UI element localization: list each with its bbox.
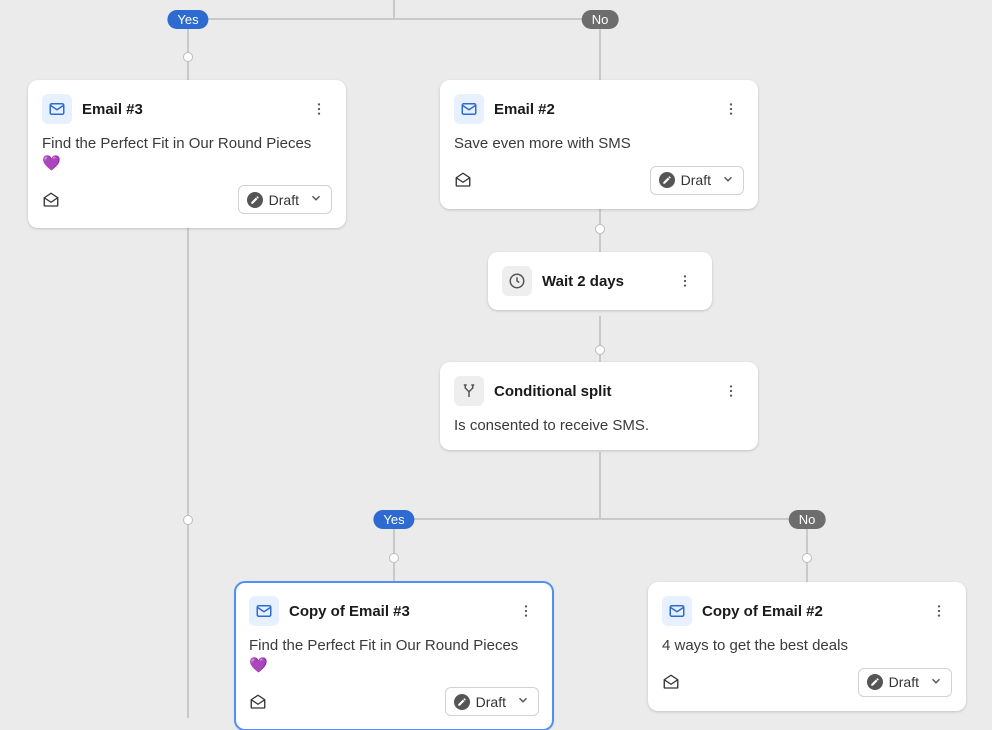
chevron-down-icon bbox=[929, 674, 943, 691]
more-button[interactable] bbox=[718, 96, 744, 122]
email-icon bbox=[249, 596, 279, 626]
email-card-title: Copy of Email #2 bbox=[702, 603, 916, 620]
status-label: Draft bbox=[889, 674, 919, 690]
pencil-dot-icon bbox=[867, 674, 883, 690]
split-card-title: Conditional split bbox=[494, 383, 708, 400]
chevron-down-icon bbox=[721, 172, 735, 189]
email-icon bbox=[42, 94, 72, 124]
status-dropdown[interactable]: Draft bbox=[650, 166, 744, 195]
more-button[interactable] bbox=[926, 598, 952, 624]
more-button[interactable] bbox=[513, 598, 539, 624]
envelope-open-icon bbox=[42, 191, 60, 209]
branch-label-yes: Yes bbox=[167, 10, 208, 29]
branch-label-no: No bbox=[582, 10, 619, 29]
email-icon bbox=[454, 94, 484, 124]
email-card-email2[interactable]: Email #2 Save even more with SMS Draft bbox=[440, 80, 758, 209]
email-card-title: Email #3 bbox=[82, 101, 296, 118]
email-card-email3[interactable]: Email #3 Find the Perfect Fit in Our Rou… bbox=[28, 80, 346, 228]
status-label: Draft bbox=[681, 172, 711, 188]
split-card[interactable]: Conditional split Is consented to receiv… bbox=[440, 362, 758, 450]
status-dropdown[interactable]: Draft bbox=[858, 668, 952, 697]
pencil-dot-icon bbox=[659, 172, 675, 188]
clock-icon bbox=[502, 266, 532, 296]
envelope-open-icon bbox=[249, 693, 267, 711]
more-button[interactable] bbox=[718, 378, 744, 404]
status-label: Draft bbox=[476, 694, 506, 710]
pencil-dot-icon bbox=[247, 192, 263, 208]
email-card-description: 4 ways to get the best deals bbox=[662, 636, 952, 656]
wait-card-title: Wait 2 days bbox=[542, 273, 662, 290]
chevron-down-icon bbox=[309, 191, 323, 208]
branch-label-no-2: No bbox=[789, 510, 826, 529]
email-card-title: Copy of Email #3 bbox=[289, 603, 503, 620]
status-label: Draft bbox=[269, 192, 299, 208]
split-card-description: Is consented to receive SMS. bbox=[454, 416, 744, 436]
pencil-dot-icon bbox=[454, 694, 470, 710]
chevron-down-icon bbox=[516, 693, 530, 710]
status-dropdown[interactable]: Draft bbox=[445, 687, 539, 716]
email-card-description: Save even more with SMS bbox=[454, 134, 744, 154]
more-button[interactable] bbox=[306, 96, 332, 122]
email-card-copy3[interactable]: Copy of Email #3 Find the Perfect Fit in… bbox=[235, 582, 553, 730]
status-dropdown[interactable]: Draft bbox=[238, 185, 332, 214]
split-icon bbox=[454, 376, 484, 406]
email-card-description: Find the Perfect Fit in Our Round Pieces… bbox=[249, 636, 539, 675]
email-icon bbox=[662, 596, 692, 626]
branch-label-yes-2: Yes bbox=[373, 510, 414, 529]
envelope-open-icon bbox=[454, 171, 472, 189]
more-button[interactable] bbox=[672, 268, 698, 294]
wait-card[interactable]: Wait 2 days bbox=[488, 252, 712, 310]
email-card-copy2[interactable]: Copy of Email #2 4 ways to get the best … bbox=[648, 582, 966, 711]
email-card-title: Email #2 bbox=[494, 101, 708, 118]
email-card-description: Find the Perfect Fit in Our Round Pieces… bbox=[42, 134, 332, 173]
envelope-open-icon bbox=[662, 673, 680, 691]
